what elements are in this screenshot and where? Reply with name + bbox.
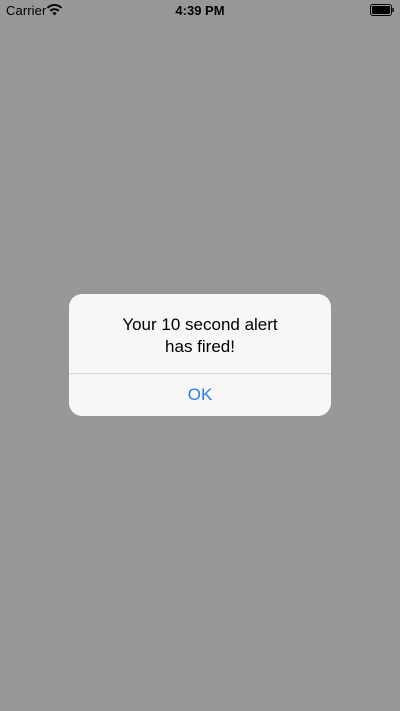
alert-title-line-1: Your 10 second alert: [122, 315, 278, 334]
status-bar: Carrier 4:39 PM: [0, 0, 400, 20]
status-time: 4:39 PM: [175, 3, 225, 18]
alert-title: Your 10 second alert has fired!: [69, 314, 331, 374]
alert-title-line-2: has fired!: [165, 337, 235, 356]
ok-button[interactable]: OK: [69, 374, 331, 416]
battery-icon: [370, 4, 394, 16]
alert-dialog: Your 10 second alert has fired! OK: [69, 294, 331, 416]
